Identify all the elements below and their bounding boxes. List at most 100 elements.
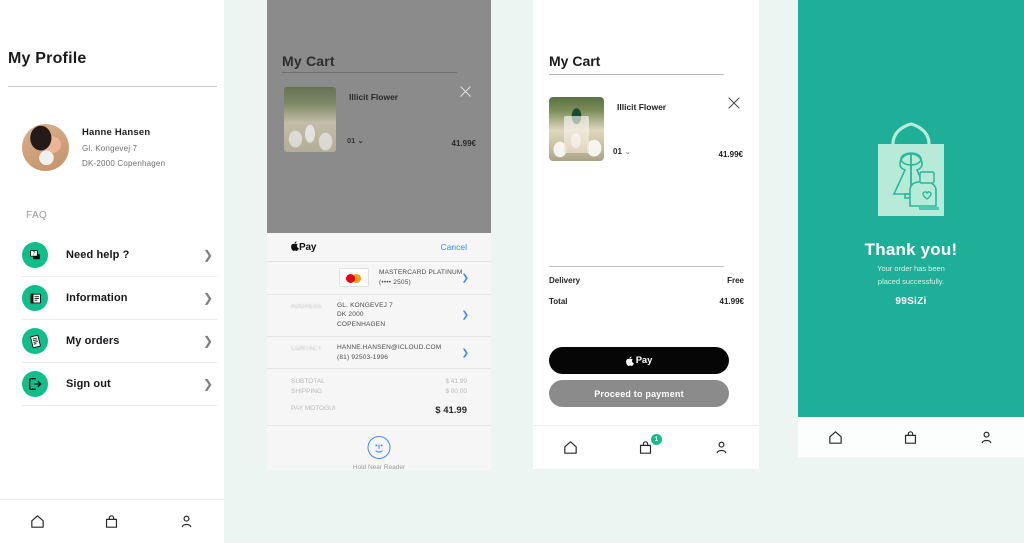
bottom-navigation: [798, 417, 1024, 457]
receipt-orders-icon: [22, 328, 48, 354]
perfume-bottle-photo[interactable]: [549, 97, 604, 161]
applepay-footer: Hold Near Reader: [267, 426, 491, 470]
title-divider: [282, 72, 457, 73]
nav-profile-button[interactable]: [969, 423, 1003, 451]
question-chat-icon: ?: [22, 242, 48, 268]
menu-item-need-help[interactable]: ? Need help ? ❯: [22, 234, 217, 277]
user-photo-avatar: [22, 124, 69, 171]
nav-cart-button[interactable]: [95, 508, 129, 536]
thank-you-screen: Thank you! Your order has been placed su…: [798, 0, 1024, 457]
chevron-right-icon: ❯: [202, 334, 213, 348]
subtotal-row: SUBTOTAL $ 41.99: [291, 377, 467, 387]
menu-item-label: Sign out: [66, 378, 111, 390]
contact-email: HANNE.HANSEN@ICLOUD.COM: [337, 343, 442, 351]
svg-text:?: ?: [32, 251, 35, 257]
home-icon: [31, 515, 44, 528]
cancel-button[interactable]: Cancel: [441, 242, 467, 252]
apple-pay-button[interactable]: Pay: [549, 347, 729, 374]
applepay-card-row[interactable]: MASTERCARD PLATINUM (•••• 2505) ❯: [267, 262, 491, 295]
title-divider: [8, 86, 217, 87]
address-line-1: GL. KONGEVEJ 7: [337, 301, 393, 309]
summary-row-total: Total 41.99€: [549, 297, 744, 306]
menu-item-label: Information: [66, 292, 128, 304]
nav-cart-button[interactable]: 1: [629, 433, 663, 462]
applepay-contact-row[interactable]: CONTACT HANNE.HANSEN@ICLOUD.COM (81) 925…: [267, 337, 491, 370]
bottom-navigation: [0, 499, 224, 543]
home-icon: [564, 441, 577, 454]
delivery-value: Free: [727, 276, 744, 285]
apple-logo-icon: [625, 356, 634, 366]
document-info-icon: [22, 285, 48, 311]
nav-profile-button[interactable]: [170, 508, 204, 536]
subtotal-value: $ 41.99: [445, 378, 467, 386]
applepay-sheet-header: PayPay Cancel: [267, 233, 491, 262]
thank-you-title: Thank you!: [864, 240, 958, 259]
menu-item-sign-out[interactable]: Sign out ❯: [22, 363, 217, 406]
profile-menu: ? Need help ? ❯ Information ❯ My orders …: [22, 234, 217, 406]
proceed-to-payment-button[interactable]: Proceed to payment: [549, 380, 729, 407]
bag-icon: [905, 430, 917, 444]
nav-home-button[interactable]: [20, 508, 54, 536]
person-icon: [981, 431, 992, 443]
applepay-address-row[interactable]: ADDRESS GL. KONGEVEJ 7 DK 2000 COPENHAGE…: [267, 295, 491, 337]
cart-item-quantity[interactable]: 01 ⌄: [347, 136, 364, 145]
pay-total-value: $ 41.99: [435, 405, 467, 417]
close-x-icon[interactable]: [726, 95, 742, 111]
subtitle-line-1: Your order has been: [877, 264, 945, 273]
applepay-totals: SUBTOTAL $ 41.99 SHIPPING $ 00.00 PAY MO…: [267, 369, 491, 427]
cart-item-price: 41.99€: [451, 139, 476, 148]
cart-screen: My Cart Illicit Flower 01 ⌄ 41.99€ Delive…: [533, 0, 759, 469]
bottom-navigation: 1: [533, 425, 759, 469]
shipping-value: $ 00.00: [445, 388, 467, 396]
bag-icon: [106, 515, 118, 528]
page-title: My Cart: [282, 53, 335, 69]
chevron-down-icon: ⌄: [357, 136, 364, 145]
sign-out-arrow-icon: [22, 371, 48, 397]
dimmed-cart-backdrop: My Cart Illicit Flower 01 ⌄ 41.99€: [267, 0, 491, 233]
contact-phone: (81) 92503-1996: [337, 353, 389, 361]
delivery-label: Delivery: [549, 276, 581, 285]
menu-item-my-orders[interactable]: My orders ❯: [22, 320, 217, 363]
quantity-stepper[interactable]: 01 ⌄: [613, 147, 631, 156]
hold-near-reader-hint: Hold Near Reader: [352, 464, 406, 470]
row-label: CONTACT: [291, 345, 322, 352]
user-name: Hanne Hansen: [82, 127, 151, 138]
cart-item-price: 41.99€: [718, 150, 743, 159]
screenshot-canvas: My Profile Hanne Hansen Gl. Kongevej 7 D…: [0, 0, 1024, 543]
nav-home-button[interactable]: [819, 423, 853, 451]
close-x-icon[interactable]: [458, 84, 473, 99]
pay-total-row: PAY MOTOGUI $ 41.99: [291, 404, 467, 419]
menu-item-label: Need help ?: [66, 249, 130, 261]
cart-badge: 1: [650, 433, 662, 445]
menu-item-information[interactable]: Information ❯: [22, 277, 217, 320]
shipping-label: SHIPPING: [291, 388, 323, 396]
page-title: My Profile: [8, 50, 87, 67]
nav-profile-button[interactable]: [704, 434, 738, 462]
applepay-sheet: PayPay Cancel MASTERCARD PLATINUM (••••…: [267, 233, 491, 470]
card-number: (•••• 2505): [379, 278, 411, 286]
quantity-value: 01: [613, 147, 622, 156]
chevron-right-icon: ❯: [461, 272, 469, 283]
pay-total-label: PAY MOTOGUI: [291, 405, 336, 413]
thank-you-subtitle: Your order has been placed successfully.: [798, 262, 1024, 288]
home-icon: [829, 430, 842, 444]
person-icon: [181, 515, 192, 528]
summary-row-delivery: Delivery Free: [549, 276, 744, 285]
apple-logo-icon: PayPay: [291, 241, 316, 253]
chevron-right-icon: ❯: [202, 377, 213, 391]
person-icon: [716, 441, 727, 454]
row-label: ADDRESS: [291, 303, 323, 310]
apple-pay-label: Pay: [635, 355, 653, 366]
address-line-3: COPENHAGEN: [337, 321, 386, 328]
total-value: 41.99€: [719, 297, 744, 306]
faq-section-label: FAQ: [26, 210, 48, 221]
user-address-line-1: Gl. Kongevej 7: [82, 144, 138, 153]
nav-cart-button[interactable]: [894, 423, 928, 451]
nav-home-button[interactable]: [554, 434, 588, 462]
row-label: [291, 268, 337, 288]
user-summary: Hanne Hansen Gl. Kongevej 7 DK-2000 Cope…: [22, 124, 165, 171]
title-divider: [549, 74, 724, 75]
total-label: Total: [549, 297, 568, 306]
brand-name: 99SiZi: [895, 296, 927, 307]
summary-divider: [549, 266, 724, 267]
